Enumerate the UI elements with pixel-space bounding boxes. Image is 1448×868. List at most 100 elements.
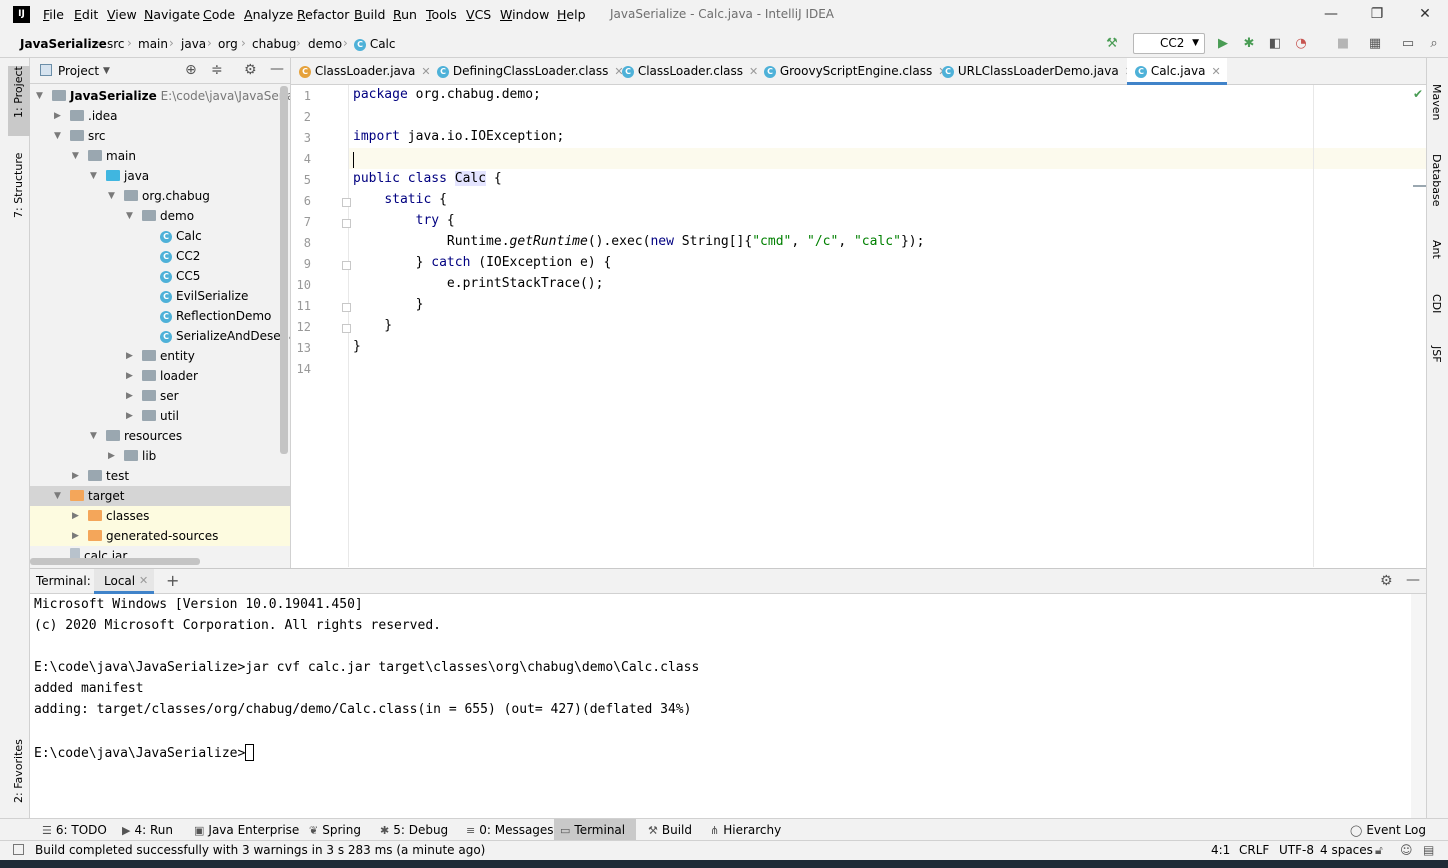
coverage-icon[interactable]: ◧ bbox=[1267, 36, 1283, 52]
breadcrumb-project[interactable]: JavaSerialize bbox=[20, 37, 107, 51]
tree-item[interactable]: C CC2 bbox=[30, 246, 290, 266]
tree-item[interactable]: C ReflectionDemo bbox=[30, 306, 290, 326]
breadcrumb-main[interactable]: main bbox=[138, 37, 168, 51]
tree-item[interactable]: ▶ test bbox=[30, 466, 290, 486]
tree-scrollbar[interactable] bbox=[280, 86, 288, 454]
tree-item[interactable]: ▶ ser bbox=[30, 386, 290, 406]
breadcrumb-demo[interactable]: demo bbox=[308, 37, 342, 51]
line-separator[interactable]: CRLF bbox=[1239, 843, 1269, 857]
tree-hscrollbar[interactable] bbox=[30, 558, 200, 565]
tab-classloader-class[interactable]: C ClassLoader.class ✕ bbox=[614, 58, 758, 85]
menu-view[interactable]: View bbox=[107, 7, 137, 22]
tool-run[interactable]: ▶ 4: Run bbox=[116, 819, 179, 841]
close-tab-icon[interactable]: ✕ bbox=[1211, 65, 1220, 78]
breadcrumb-java[interactable]: java bbox=[181, 37, 206, 51]
tab-urlclassloaderdemo-java[interactable]: C URLClassLoaderDemo.java✕ bbox=[934, 58, 1134, 85]
stop-icon[interactable]: ■ bbox=[1335, 36, 1351, 52]
collapsed-arrow-icon[interactable]: ▶ bbox=[72, 506, 79, 526]
run-icon[interactable]: ▶ bbox=[1215, 36, 1231, 52]
close-tab-icon[interactable]: ✕ bbox=[139, 574, 148, 587]
tool-tab-project[interactable]: 1: Project bbox=[12, 66, 25, 118]
hide-panel-icon[interactable]: — bbox=[1406, 572, 1420, 588]
collapse-all-icon[interactable]: ≑ bbox=[211, 62, 223, 78]
tool-tab-favorites[interactable]: 2: Favorites bbox=[12, 739, 25, 803]
code-line[interactable]: } bbox=[353, 339, 361, 354]
caret-position[interactable]: 4:1 bbox=[1211, 843, 1230, 857]
expanded-arrow-icon[interactable]: ▼ bbox=[54, 126, 61, 146]
tab-calc-java[interactable]: C Calc.java ✕ bbox=[1127, 58, 1227, 85]
code-line[interactable]: e.printStackTrace(); bbox=[353, 276, 604, 291]
chevron-down-icon[interactable]: ▼ bbox=[103, 66, 110, 76]
tree-item[interactable]: ▶ classes bbox=[30, 506, 290, 526]
restore-icon[interactable]: ❐ bbox=[1362, 4, 1392, 24]
collapsed-arrow-icon[interactable]: ▶ bbox=[126, 346, 133, 366]
tab-groovyscriptengine-class[interactable]: C GroovyScriptEngine.class✕ bbox=[756, 58, 947, 85]
breadcrumb-org[interactable]: org bbox=[218, 37, 238, 51]
menu-analyze[interactable]: Analyze bbox=[244, 7, 293, 22]
tool-tab-database[interactable]: Database bbox=[1430, 154, 1443, 207]
tree-item[interactable]: C SerializeAndDeserializ bbox=[30, 326, 290, 346]
search-icon[interactable]: ⌕ bbox=[1426, 36, 1442, 52]
menu-run[interactable]: Run bbox=[393, 7, 417, 22]
tool-tab-structure[interactable]: 7: Structure bbox=[12, 153, 25, 218]
code-area[interactable]: package org.chabug.demo; import java.io.I… bbox=[291, 85, 1426, 567]
tree-item[interactable]: ▼ target bbox=[30, 486, 290, 506]
menu-edit[interactable]: Edit bbox=[74, 7, 98, 22]
collapsed-arrow-icon[interactable]: ▶ bbox=[108, 446, 115, 466]
hide-panel-icon[interactable]: — bbox=[270, 61, 284, 77]
menu-help[interactable]: Help bbox=[557, 7, 586, 22]
collapsed-arrow-icon[interactable]: ▶ bbox=[126, 366, 133, 386]
tree-item[interactable]: ▶ generated-sources bbox=[30, 526, 290, 546]
tree-item[interactable]: ▶ lib bbox=[30, 446, 290, 466]
tree-item[interactable]: ▼ demo bbox=[30, 206, 290, 226]
lock-icon[interactable]: 🔓︎ bbox=[1375, 843, 1383, 858]
breadcrumb-calc[interactable]: C Calc bbox=[354, 37, 396, 51]
expanded-arrow-icon[interactable]: ▼ bbox=[108, 186, 115, 206]
code-line[interactable]: import java.io.IOException; bbox=[353, 129, 564, 144]
tool-hierarchy[interactable]: ⋔ Hierarchy bbox=[704, 819, 787, 841]
file-encoding[interactable]: UTF-8 bbox=[1279, 843, 1314, 857]
breadcrumb-src[interactable]: src bbox=[107, 37, 125, 51]
tab-definingclassloader-class[interactable]: C DefiningClassLoader.class ✕ bbox=[429, 58, 624, 85]
breadcrumb-chabug[interactable]: chabug bbox=[252, 37, 296, 51]
expanded-arrow-icon[interactable]: ▼ bbox=[90, 426, 97, 446]
tree-item[interactable]: ▼ java bbox=[30, 166, 290, 186]
debug-icon[interactable]: ✱ bbox=[1241, 36, 1257, 52]
inspector-icon[interactable]: ☺︎ bbox=[1400, 843, 1413, 857]
tree-item[interactable]: ▼ org.chabug bbox=[30, 186, 290, 206]
menu-refactor[interactable]: Refactor bbox=[297, 7, 349, 22]
tab-classloader-java[interactable]: C ClassLoader.java ✕ bbox=[291, 58, 431, 85]
code-line[interactable]: } catch (IOException e) { bbox=[353, 255, 612, 270]
collapsed-arrow-icon[interactable]: ▶ bbox=[72, 466, 79, 486]
collapsed-arrow-icon[interactable]: ▶ bbox=[72, 526, 79, 546]
project-structure-icon[interactable]: ▦ bbox=[1367, 36, 1383, 52]
gear-icon[interactable]: ⚙ bbox=[1380, 573, 1393, 589]
code-line[interactable]: public class Calc { bbox=[353, 171, 502, 186]
build-hammer-icon[interactable]: ⚒ bbox=[1104, 36, 1120, 52]
run-config-select[interactable]: CC2 ▼ bbox=[1133, 33, 1205, 54]
tool-debug[interactable]: ✱ 5: Debug bbox=[374, 819, 454, 841]
code-line[interactable]: } bbox=[353, 297, 424, 312]
tree-item[interactable]: ▼ src bbox=[30, 126, 290, 146]
tool-tab-cdi[interactable]: CDI bbox=[1430, 294, 1443, 313]
add-terminal-icon[interactable]: + bbox=[166, 571, 179, 590]
tree-item[interactable]: ▼ resources bbox=[30, 426, 290, 446]
menu-build[interactable]: Build bbox=[354, 7, 385, 22]
tool-build[interactable]: ⚒ Build bbox=[642, 819, 698, 841]
code-line[interactable]: package org.chabug.demo; bbox=[353, 87, 541, 102]
tool-messages[interactable]: ≡ 0: Messages bbox=[460, 819, 560, 841]
minimize-icon[interactable]: — bbox=[1316, 4, 1346, 24]
tree-item[interactable]: ▶ util bbox=[30, 406, 290, 426]
terminal-scrollbar[interactable] bbox=[1411, 594, 1426, 818]
code-line[interactable]: try { bbox=[353, 213, 455, 228]
tree-item[interactable]: ▶ entity bbox=[30, 346, 290, 366]
expanded-arrow-icon[interactable]: ▼ bbox=[72, 146, 79, 166]
expanded-arrow-icon[interactable]: ▼ bbox=[54, 486, 61, 506]
menu-vcs[interactable]: VCS bbox=[466, 7, 491, 22]
code-line[interactable]: static { bbox=[353, 192, 447, 207]
menu-navigate[interactable]: Navigate bbox=[144, 7, 200, 22]
terminal-tab-local[interactable]: Local ✕ bbox=[94, 569, 154, 594]
tree-item[interactable]: C CC5 bbox=[30, 266, 290, 286]
tree-item[interactable]: C EvilSerialize bbox=[30, 286, 290, 306]
toggle-tool-windows-icon[interactable] bbox=[13, 844, 24, 855]
